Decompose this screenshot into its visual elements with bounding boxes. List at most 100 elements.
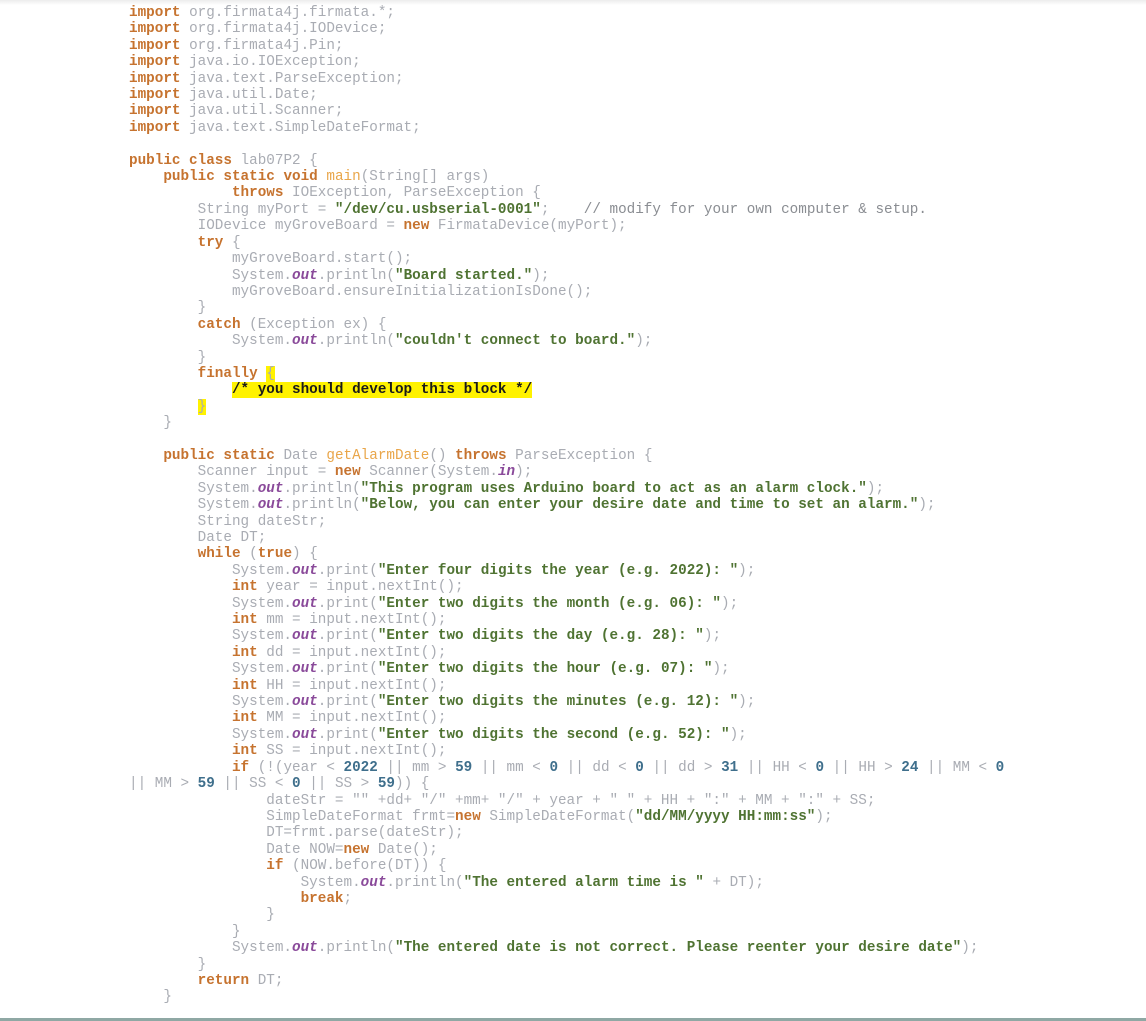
code-line: Date NOW=new Date(); (129, 842, 1139, 858)
code-text: .print( (317, 694, 378, 711)
code-text: System. (129, 595, 293, 612)
string-literal: "Enter two digits the day (e.g. 28): " (377, 628, 704, 645)
code-line: int MM = input.nextInt(); (129, 710, 1139, 726)
code-text: ); (961, 940, 979, 957)
string-literal: "The entered date is not correct. Please… (394, 940, 962, 957)
keyword: public static void (163, 169, 318, 186)
code-line: int HH = input.nextInt(); (129, 678, 1139, 694)
code-text: { (223, 234, 241, 251)
code-text: (NOW.before(DT)) { (283, 858, 447, 875)
code-line: } (129, 398, 1139, 415)
code-text: SS = input.nextInt(); (257, 743, 447, 760)
highlighted-brace: } (197, 398, 207, 415)
code-text: System. (129, 480, 258, 497)
code-text: } (129, 300, 207, 317)
code-text: ); (515, 464, 533, 481)
code-text: || SS < (214, 776, 293, 793)
code-line: import org.firmata4j.Pin; (129, 38, 1139, 54)
code-text: || dd < (558, 759, 636, 776)
code-text: org.firmata4j.IODevice; (180, 21, 387, 38)
code-line: } (129, 957, 1139, 973)
code-line: if (!(year < 2022 || mm > 59 || mm < 0 |… (129, 760, 1139, 776)
code-text: .println( (317, 267, 395, 284)
code-text: .print( (317, 562, 378, 579)
code-line: System.out.print("Enter two digits the s… (129, 727, 1139, 743)
code-text: .print( (317, 628, 378, 645)
keyword: import (129, 70, 181, 87)
code-line: DT=frmt.parse(dateStr); (129, 825, 1139, 841)
code-line: int mm = input.nextInt(); (129, 612, 1139, 628)
code-text: ParseException { (506, 447, 653, 464)
keyword: int (231, 612, 258, 629)
code-text: dateStr = "" +dd+ "/" +mm+ "/" + year + … (129, 792, 876, 809)
code-line: try { (129, 235, 1139, 251)
code-text: System. (129, 661, 293, 678)
keyword: import (129, 54, 181, 71)
code-text: ); (721, 595, 739, 612)
keyword: import (129, 103, 181, 120)
code-text: MM = input.nextInt(); (257, 710, 447, 727)
keyword: import (129, 5, 181, 21)
static-field: out (360, 874, 387, 891)
code-line: import java.io.IOException; (129, 54, 1139, 70)
code-line: IODevice myGroveBoard = new FirmataDevic… (129, 218, 1139, 234)
keyword: finally (197, 365, 258, 382)
code-text: Scanner input = (129, 464, 335, 481)
code-line: return DT; (129, 973, 1139, 989)
code-text: myGroveBoard.ensureInitializationIsDone(… (129, 283, 593, 300)
code-text: || HH < (738, 759, 816, 776)
code-line: } (129, 415, 1139, 431)
code-line: catch (Exception ex) { (129, 317, 1139, 333)
number-literal: 2022 (343, 759, 378, 776)
code-text: || HH > (824, 759, 902, 776)
keyword: throws (455, 447, 507, 464)
code-line: public static Date getAlarmDate() throws… (129, 448, 1139, 464)
string-literal: "Enter two digits the minutes (e.g. 12):… (377, 694, 739, 711)
code-text: .println( (386, 874, 464, 891)
code-text: () (429, 447, 456, 464)
code-line: Date DT; (129, 530, 1139, 546)
code-text: ); (815, 808, 833, 825)
code-text: || SS > (300, 776, 378, 793)
keyword: int (231, 743, 258, 760)
keyword: import (129, 119, 181, 136)
code-line: import java.text.SimpleDateFormat; (129, 120, 1139, 136)
code-line: public static void main(String[] args) (129, 169, 1139, 185)
code-text: System. (129, 940, 293, 957)
keyword: import (129, 87, 181, 104)
static-field: out (292, 333, 318, 350)
code-text: .print( (317, 661, 378, 678)
keyword: if (231, 759, 250, 776)
code-text: + DT); (703, 874, 764, 891)
code-text: DT=frmt.parse(dateStr); (129, 825, 464, 842)
code-text: myGroveBoard.start(); (129, 251, 413, 268)
code-line: dateStr = "" +dd+ "/" +mm+ "/" + year + … (129, 793, 1139, 809)
code-line: finally { (129, 365, 1139, 382)
keyword: int (231, 579, 258, 596)
code-text: || MM > (129, 776, 198, 793)
code-text: )) { (395, 776, 430, 793)
string-literal: "couldn't connect to board." (394, 333, 636, 350)
code-line: import org.firmata4j.firmata.*; (129, 5, 1139, 21)
code-text: IODevice myGroveBoard = (129, 218, 404, 235)
code-line: System.out.println("The entered date is … (129, 940, 1139, 956)
code-text: .println( (317, 940, 395, 957)
keyword: public static (163, 447, 275, 464)
code-line: int dd = input.nextInt(); (129, 645, 1139, 661)
static-field: out (292, 726, 318, 743)
code-text: String dateStr; (129, 513, 327, 530)
code-line: break; (129, 891, 1139, 907)
keyword: new (455, 808, 481, 825)
code-line: int SS = input.nextInt(); (129, 743, 1139, 759)
code-text: || mm < (472, 759, 550, 776)
